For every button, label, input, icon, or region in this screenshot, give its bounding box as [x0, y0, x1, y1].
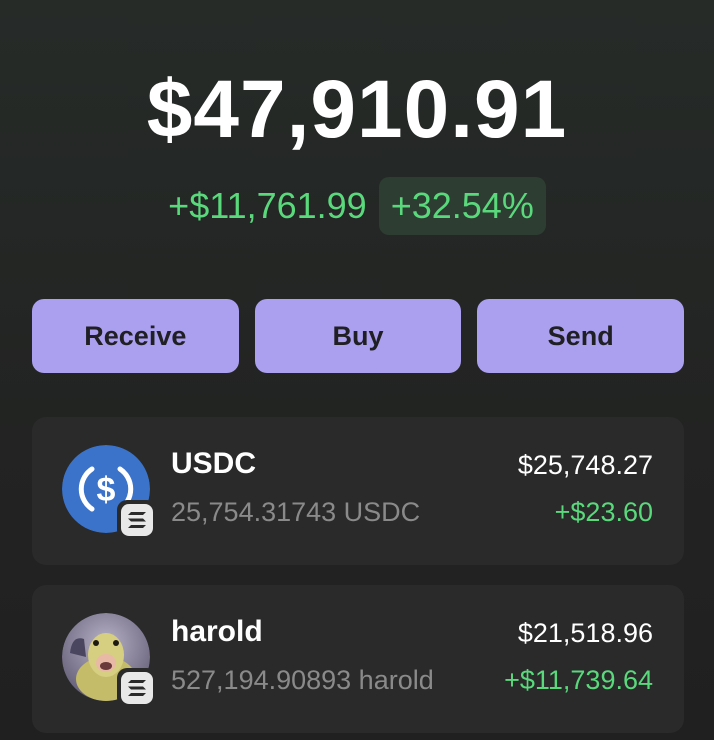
balance-change-percent-badge: +32.54%: [378, 177, 546, 235]
buy-button[interactable]: Buy: [254, 299, 462, 373]
action-buttons: Receive Buy Send: [32, 299, 685, 373]
balance-section: $47,910.91: [0, 62, 714, 158]
svg-text:$: $: [97, 471, 116, 509]
token-icon-wrap: $: [62, 445, 157, 540]
solana-icon: [121, 504, 153, 536]
token-amount: 25,754.31743 USDC: [171, 497, 421, 527]
token-name: harold: [171, 615, 263, 648]
receive-button[interactable]: Receive: [32, 299, 239, 373]
token-value: $21,518.96: [517, 618, 653, 648]
token-row-harold[interactable]: harold 527,194.90893 harold $21,518.96 +…: [32, 585, 684, 733]
token-change: +$11,739.64: [504, 665, 653, 695]
token-name: USDC: [171, 447, 257, 480]
send-button[interactable]: Send: [477, 299, 685, 373]
token-value: $25,748.27: [517, 450, 653, 480]
balance-change-amount: +$11,761.99: [168, 185, 367, 226]
token-icon-wrap: [62, 613, 157, 708]
token-amount: 527,194.90893 harold: [171, 665, 434, 695]
total-balance: $47,910.91: [146, 64, 568, 155]
chain-badge: [117, 668, 157, 708]
balance-change-row: +$11,761.99 +32.54%: [0, 177, 714, 235]
chain-badge: [117, 500, 157, 540]
solana-icon: [121, 672, 153, 704]
token-row-usdc[interactable]: $ USDC 25,754.31743 USDC $25,748.27 +$23…: [32, 417, 684, 565]
token-change: +$23.60: [554, 497, 653, 527]
